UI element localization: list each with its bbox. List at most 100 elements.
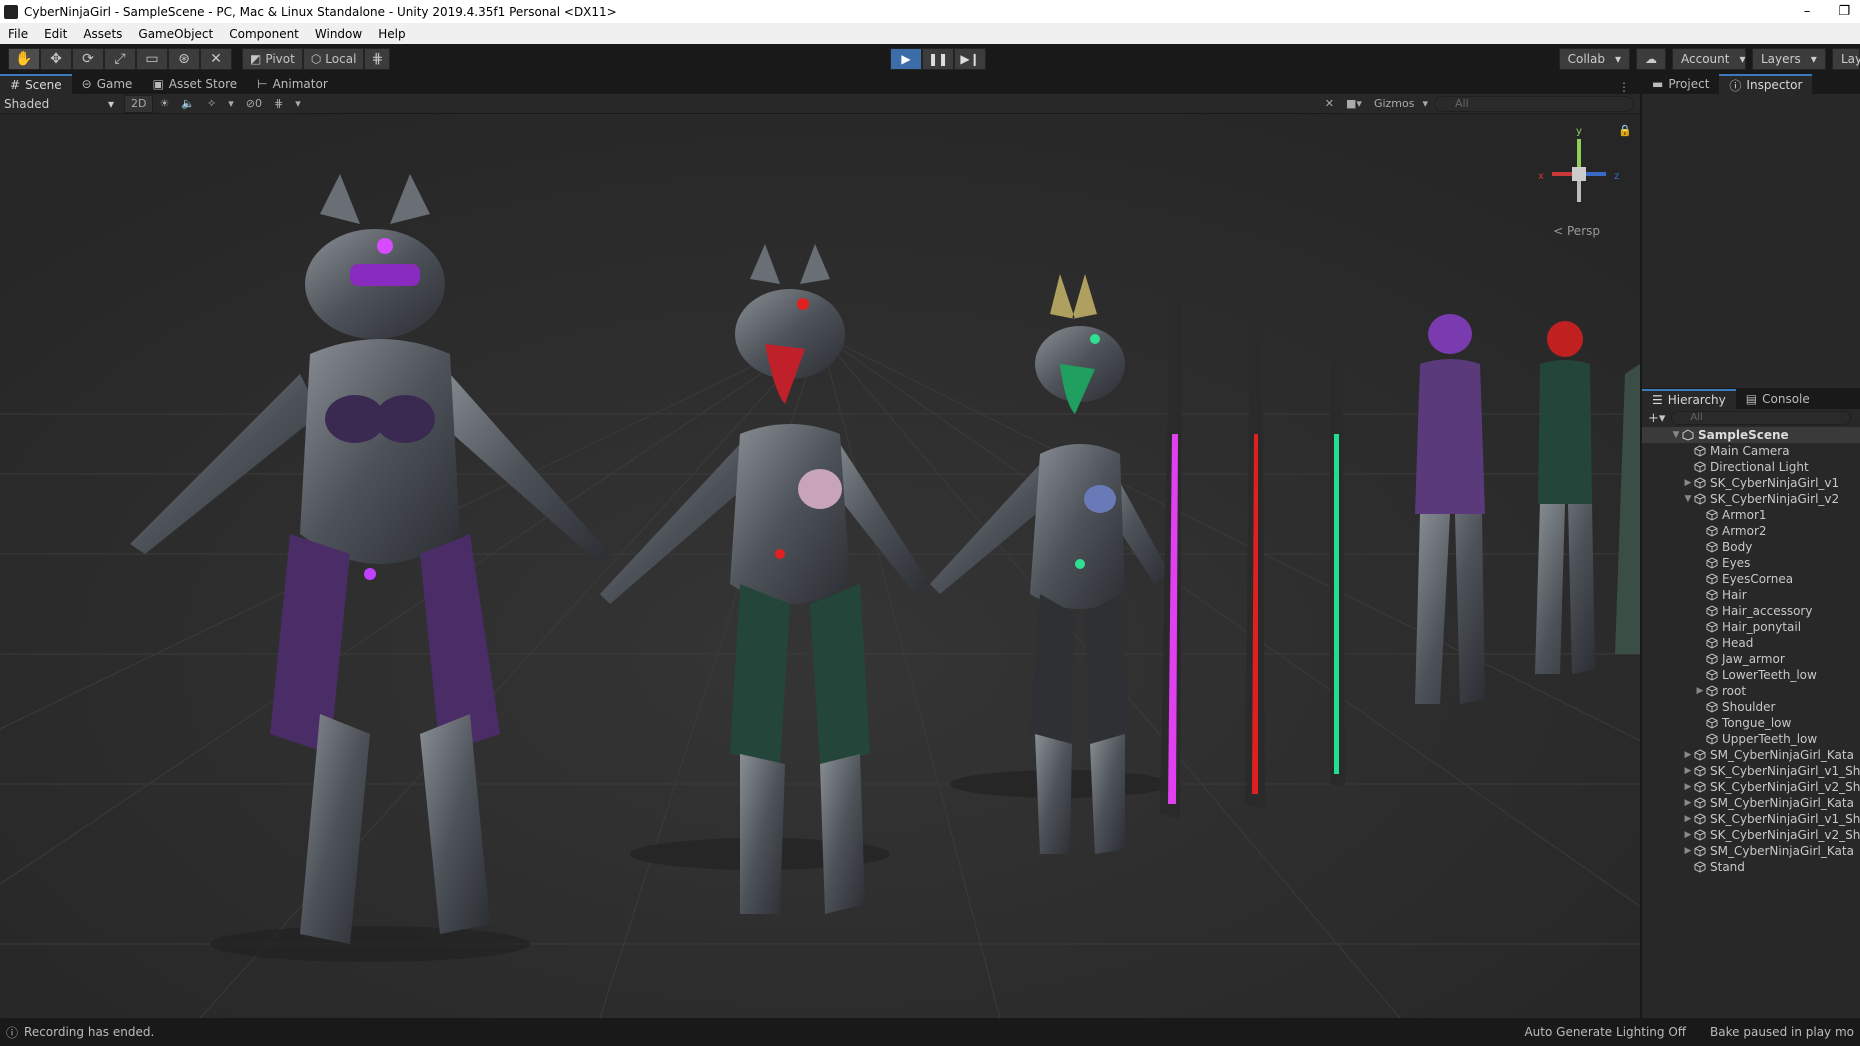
tab-console[interactable]: ▤ Console (1736, 389, 1820, 409)
camera-icon[interactable]: ■▾ (1340, 95, 1368, 113)
hierarchy-row[interactable]: ▶ SK_CyberNinjaGirl_v1 (1642, 475, 1860, 491)
menu-assets[interactable]: Assets (75, 27, 130, 41)
chevron-down-icon[interactable]: ▾ (289, 95, 307, 113)
tab-menu-icon[interactable]: ⋮ (1618, 80, 1640, 94)
hierarchy-row[interactable]: Tongue_low (1642, 715, 1860, 731)
hierarchy-row[interactable]: Hair (1642, 587, 1860, 603)
local-toggle[interactable]: ⬡ Local (302, 48, 365, 70)
cloud-button[interactable]: ☁ (1636, 48, 1666, 70)
hierarchy-row[interactable]: ▶ SK_CyberNinjaGirl_v1_Sh (1642, 811, 1860, 827)
add-object-icon[interactable]: +▾ (1648, 411, 1665, 426)
hierarchy-row[interactable]: Head (1642, 635, 1860, 651)
tools-icon[interactable]: ✕ (1319, 95, 1340, 113)
hierarchy-row[interactable]: ▶ SK_CyberNinjaGirl_v2_Sh (1642, 827, 1860, 843)
rotate-tool-icon[interactable]: ⟳ (72, 48, 104, 70)
rect-tool-icon[interactable]: ▭ (136, 48, 168, 70)
hierarchy-scene-row[interactable]: ▼ SampleScene (1642, 427, 1860, 443)
hierarchy-row[interactable]: LowerTeeth_low (1642, 667, 1860, 683)
menu-window[interactable]: Window (307, 27, 370, 41)
pivot-toggle[interactable]: ◩ Pivot (242, 48, 303, 70)
grid-snap-icon[interactable]: ⋕ (364, 48, 391, 70)
main-toolbar: ✋ ✥ ⟳ ⤢ ▭ ⊛ ✕ ◩ Pivot ⬡ Local ⋕ ▶ ❚❚ ▶❙ … (0, 44, 1860, 74)
restore-button[interactable]: ❐ (1838, 4, 1850, 19)
hierarchy-row[interactable]: Hair_ponytail (1642, 619, 1860, 635)
transform-tool-icon[interactable]: ⊛ (168, 48, 200, 70)
menu-component[interactable]: Component (221, 27, 307, 41)
chevron-down-icon[interactable]: ▾ (222, 95, 240, 113)
hierarchy-row[interactable]: Hair_accessory (1642, 603, 1860, 619)
lighting-toggle-icon[interactable]: ☀ (153, 95, 175, 113)
hierarchy-row[interactable]: ▼ SK_CyberNinjaGirl_v2 (1642, 491, 1860, 507)
hand-tool-icon[interactable]: ✋ (8, 48, 40, 70)
lock-icon[interactable]: 🔒 (1618, 124, 1632, 137)
custom-tool-icon[interactable]: ✕ (200, 48, 232, 70)
hierarchy-row[interactable]: ▶ SM_CyberNinjaGirl_Kata (1642, 843, 1860, 859)
hierarchy-row[interactable]: Jaw_armor (1642, 651, 1860, 667)
chevron-right-icon[interactable]: ▶ (1682, 846, 1694, 856)
hierarchy-row[interactable]: ▶ SM_CyberNinjaGirl_Kata (1642, 747, 1860, 763)
hierarchy-row[interactable]: Armor1 (1642, 507, 1860, 523)
hierarchy-row[interactable]: Armor2 (1642, 523, 1860, 539)
step-button[interactable]: ▶❙ (954, 48, 986, 70)
hierarchy-row[interactable]: Directional Light (1642, 459, 1860, 475)
tab-asset-store[interactable]: ▣ Asset Store (142, 74, 247, 94)
persp-label[interactable]: < Persp (1553, 224, 1600, 238)
chevron-right-icon[interactable]: ▶ (1682, 766, 1694, 776)
status-message[interactable]: Recording has ended. (24, 1025, 154, 1039)
move-tool-icon[interactable]: ✥ (40, 48, 72, 70)
chevron-right-icon[interactable]: ▶ (1682, 478, 1694, 488)
lighting-status[interactable]: Auto Generate Lighting Off (1524, 1025, 1686, 1039)
menu-file[interactable]: File (0, 27, 36, 41)
pause-button[interactable]: ❚❚ (922, 48, 954, 70)
hierarchy-row[interactable]: UpperTeeth_low (1642, 731, 1860, 747)
menu-gameobject[interactable]: GameObject (130, 27, 221, 41)
hierarchy-row[interactable]: EyesCornea (1642, 571, 1860, 587)
hierarchy-row[interactable]: ▶ root (1642, 683, 1860, 699)
2d-toggle[interactable]: 2D (124, 94, 154, 113)
grid-toggle-icon[interactable]: ⋕ (268, 95, 289, 113)
hierarchy-row[interactable]: Shoulder (1642, 699, 1860, 715)
chevron-right-icon[interactable]: ▶ (1682, 798, 1694, 808)
gameobject-cube-icon (1694, 445, 1706, 457)
chevron-right-icon[interactable]: ▶ (1682, 750, 1694, 760)
tab-inspector[interactable]: ⓘ Inspector (1719, 74, 1813, 94)
tab-animator[interactable]: ⊢ Animator (247, 74, 338, 94)
chevron-right-icon[interactable]: ▶ (1682, 814, 1694, 824)
chevron-right-icon[interactable]: ▶ (1682, 782, 1694, 792)
hierarchy-row[interactable]: Eyes (1642, 555, 1860, 571)
scale-tool-icon[interactable]: ⤢ (104, 48, 136, 70)
menu-help[interactable]: Help (370, 27, 413, 41)
account-dropdown[interactable]: Account ▾ (1672, 48, 1746, 70)
hierarchy-row[interactable]: Main Camera (1642, 443, 1860, 459)
hidden-objects-toggle[interactable]: ⊘ 0 (240, 95, 268, 113)
scene-search-input[interactable]: All (1434, 95, 1634, 112)
hierarchy-row[interactable]: ▶ SM_CyberNinjaGirl_Kata (1642, 795, 1860, 811)
hierarchy-search-input[interactable]: All (1671, 411, 1852, 425)
hierarchy-item-label: SK_CyberNinjaGirl_v1_Sh (1710, 812, 1860, 826)
hierarchy-row[interactable]: ▶ SK_CyberNinjaGirl_v1_Sh (1642, 763, 1860, 779)
effects-toggle-icon[interactable]: ✧ (201, 95, 222, 113)
chevron-down-icon[interactable]: ▼ (1682, 494, 1694, 504)
chevron-right-icon[interactable]: ▶ (1694, 686, 1706, 696)
gizmos-dropdown[interactable]: Gizmos ▾ (1368, 95, 1434, 113)
layers-dropdown[interactable]: Layers ▾ (1752, 48, 1826, 70)
audio-toggle-icon[interactable]: 🔈 (175, 95, 201, 113)
scene-viewport[interactable]: y x z < Persp 🔒 (0, 114, 1640, 1018)
tab-hierarchy[interactable]: ☰ Hierarchy (1642, 389, 1736, 409)
layout-dropdown[interactable]: Lay (1832, 48, 1860, 70)
hierarchy-row[interactable]: Stand (1642, 859, 1860, 875)
chevron-down-icon[interactable]: ▼ (1670, 430, 1682, 440)
play-button[interactable]: ▶ (890, 48, 922, 70)
orientation-gizmo[interactable]: y x z (1534, 124, 1624, 224)
minimize-button[interactable]: – (1804, 4, 1811, 19)
tab-game[interactable]: ⊝ Game (72, 74, 143, 94)
hierarchy-item-label: root (1722, 684, 1747, 698)
menu-edit[interactable]: Edit (36, 27, 75, 41)
chevron-right-icon[interactable]: ▶ (1682, 830, 1694, 840)
tab-project[interactable]: ▬ Project (1642, 74, 1719, 94)
hierarchy-row[interactable]: Body (1642, 539, 1860, 555)
hierarchy-row[interactable]: ▶ SK_CyberNinjaGirl_v2_Sh (1642, 779, 1860, 795)
tab-scene[interactable]: # Scene (0, 74, 72, 94)
shading-mode-dropdown[interactable]: Shaded ▾ (0, 97, 118, 111)
collab-dropdown[interactable]: Collab ▾ (1558, 48, 1630, 70)
